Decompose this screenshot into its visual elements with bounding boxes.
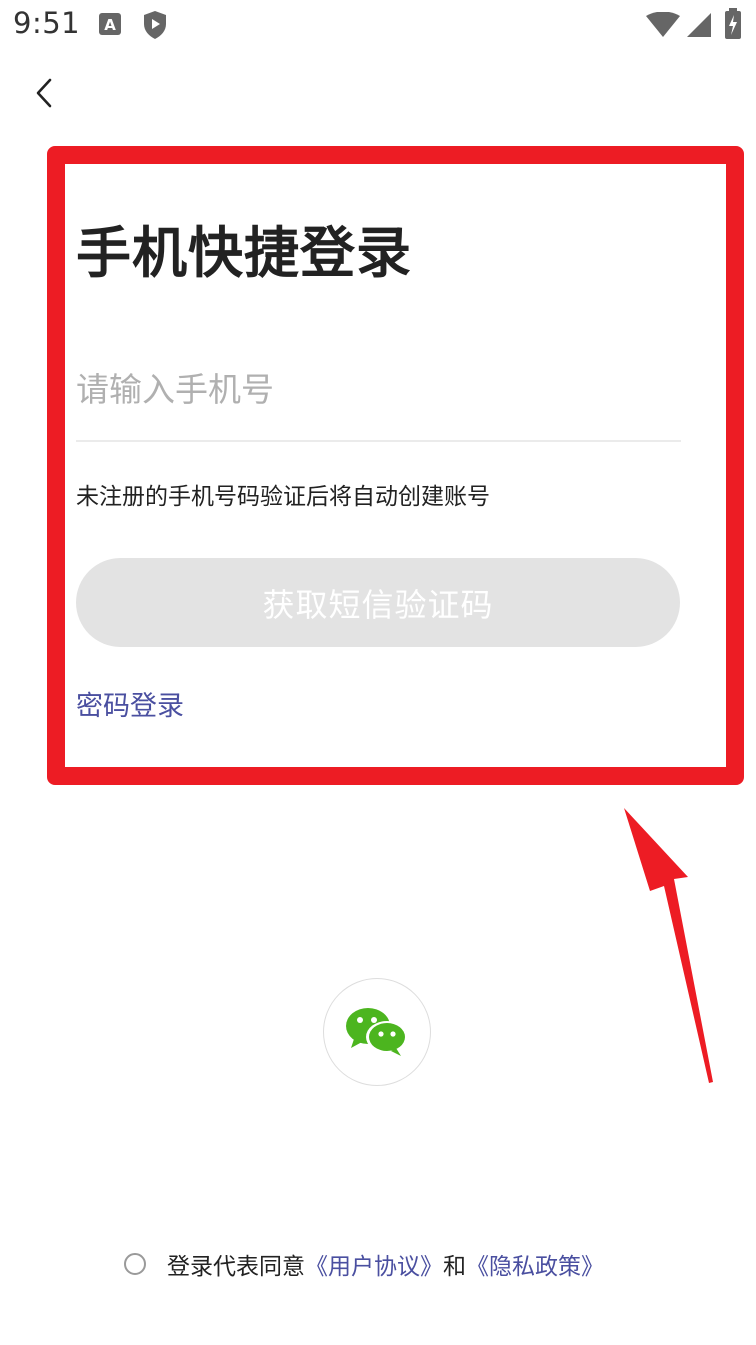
- battery-charging-icon: [724, 8, 742, 44]
- get-sms-code-button[interactable]: 获取短信验证码: [76, 558, 680, 647]
- wechat-login-button[interactable]: [323, 978, 431, 1086]
- status-bar: 9:51 A: [0, 0, 756, 52]
- phone-input[interactable]: [76, 352, 680, 426]
- a-notification-icon: A: [98, 12, 122, 42]
- shield-play-icon: [142, 10, 168, 44]
- agreement: 登录代表同意 《用户协议》 和 《隐私政策》: [124, 1246, 604, 1282]
- password-login-link[interactable]: 密码登录: [76, 684, 184, 723]
- agree-radio[interactable]: [124, 1253, 146, 1275]
- back-button[interactable]: [24, 70, 64, 116]
- agreement-and: 和: [443, 1254, 466, 1280]
- arrow-annotation: [624, 808, 713, 1083]
- user-agreement-link[interactable]: 《用户协议》: [305, 1247, 443, 1281]
- status-time: 9:51: [13, 6, 81, 40]
- page-title: 手机快捷登录: [76, 221, 413, 285]
- agreement-prefix: 登录代表同意: [167, 1254, 305, 1280]
- privacy-policy-link[interactable]: 《隐私政策》: [466, 1247, 604, 1281]
- wifi-icon: [646, 11, 680, 42]
- svg-text:A: A: [104, 16, 116, 34]
- hint-text: 未注册的手机号码验证后将自动创建账号: [76, 484, 490, 510]
- chevron-left-icon: [36, 78, 52, 108]
- cell-signal-icon: [686, 12, 712, 42]
- input-underline: [76, 440, 681, 442]
- wechat-icon: [346, 1008, 408, 1056]
